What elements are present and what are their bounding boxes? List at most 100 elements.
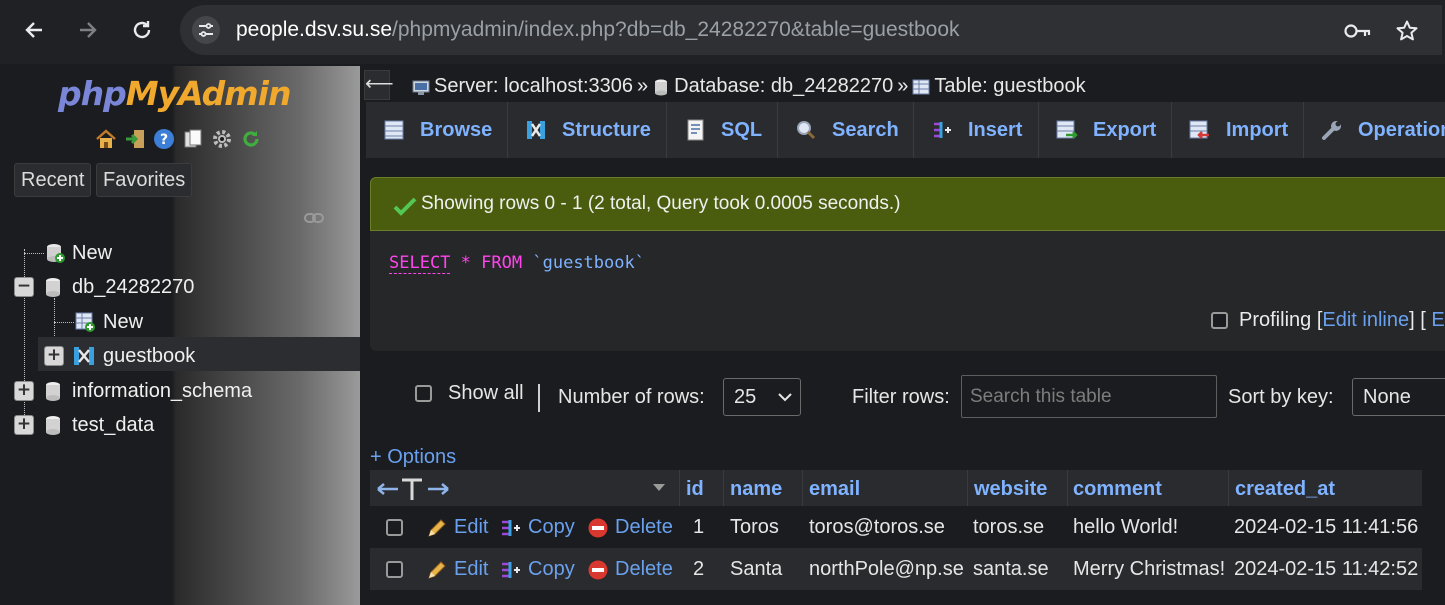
tab-import[interactable]: Import	[1172, 102, 1304, 158]
sort-caret-icon[interactable]	[653, 484, 665, 492]
breadcrumb-server[interactable]: Server: localhost:3306	[434, 75, 633, 98]
link-with-main-panel-icon[interactable]	[304, 211, 324, 225]
expand-toggle-icon[interactable]: +	[14, 381, 34, 401]
show-all-checkbox[interactable]	[415, 385, 432, 402]
table-row: Edit Copy Delete 2 Santa northPole@np.se…	[370, 548, 1422, 590]
tree-new-table[interactable]: New	[103, 311, 143, 334]
expand-toggle-icon[interactable]: +	[44, 346, 64, 366]
row-select-checkbox[interactable]	[386, 561, 403, 578]
tab-browse[interactable]: Browse	[366, 102, 508, 158]
column-header-website[interactable]: website	[974, 478, 1047, 501]
edit-row-link[interactable]: Edit	[426, 558, 488, 581]
options-link[interactable]: + Options	[370, 446, 456, 469]
tab-sql[interactable]: SQL	[667, 102, 778, 158]
cell-name[interactable]: Toros	[730, 516, 779, 539]
password-key-icon[interactable]	[1343, 16, 1373, 46]
settings-gear-icon[interactable]	[209, 127, 234, 152]
copy-row-link[interactable]: Copy	[500, 558, 575, 581]
tree-connector	[24, 253, 44, 254]
tab-insert[interactable]: Insert	[914, 102, 1039, 158]
column-header-created-at[interactable]: created_at	[1235, 478, 1335, 501]
cell-id[interactable]: 1	[693, 516, 704, 539]
success-message-text: Showing rows 0 - 1 (2 total, Query took …	[421, 193, 901, 214]
recent-tab[interactable]: Recent	[14, 163, 92, 197]
bookmark-star-icon[interactable]	[1392, 16, 1422, 46]
column-header-id[interactable]: id	[686, 478, 704, 501]
cell-comment[interactable]: hello World!	[1073, 516, 1178, 539]
copy-row-link[interactable]: Copy	[500, 516, 575, 539]
tab-search[interactable]: Search	[778, 102, 914, 158]
reload-navigation-icon[interactable]	[238, 127, 263, 152]
tab-operations[interactable]: Operation	[1304, 102, 1445, 158]
column-divider	[802, 470, 803, 506]
svg-text:?: ?	[159, 132, 167, 148]
table-structure-icon[interactable]	[72, 345, 94, 367]
phpmyadmin-logo[interactable]: phpMyAdmin	[58, 74, 291, 113]
tree-table-guestbook[interactable]: guestbook	[103, 345, 195, 368]
column-header-comment[interactable]: comment	[1073, 478, 1162, 501]
column-header-email[interactable]: email	[809, 478, 860, 501]
row-select-checkbox[interactable]	[386, 519, 403, 536]
column-divider	[679, 470, 680, 506]
show-all-label[interactable]: Show all	[448, 382, 524, 405]
sql-keyword-from: FROM	[481, 253, 523, 273]
edit-inline-link[interactable]: Edit inline	[1322, 309, 1409, 332]
sort-by-key-select[interactable]: None	[1352, 378, 1445, 416]
breadcrumb-separator: »	[897, 75, 909, 97]
tree-connector	[54, 322, 74, 323]
documentation-icon[interactable]	[180, 127, 205, 152]
new-table-icon[interactable]	[74, 311, 96, 333]
tree-database-test-data[interactable]: test_data	[72, 414, 154, 437]
expand-toggle-icon[interactable]: +	[14, 415, 34, 435]
home-icon[interactable]	[93, 127, 118, 152]
cell-email[interactable]: toros@toros.se	[809, 516, 945, 539]
logout-icon[interactable]	[122, 127, 147, 152]
delete-icon	[587, 517, 609, 539]
url-text[interactable]: people.dsv.su.se/phpmyadmin/index.php?db…	[236, 18, 960, 42]
collapse-navigation-button[interactable]: ⟵	[364, 70, 394, 100]
breadcrumb-database[interactable]: Database: db_24282270	[674, 75, 893, 98]
tab-structure[interactable]: Structure	[508, 102, 667, 158]
tab-export[interactable]: Export	[1039, 102, 1172, 158]
edit-row-link[interactable]: Edit	[426, 516, 488, 539]
cell-name[interactable]: Santa	[730, 558, 782, 581]
column-divider	[967, 470, 968, 506]
help-icon[interactable]: ?	[151, 127, 176, 152]
cell-comment[interactable]: Merry Christmas!	[1073, 558, 1225, 581]
delete-row-link[interactable]: Delete	[587, 558, 673, 581]
new-database-icon[interactable]	[44, 242, 66, 264]
column-header-name[interactable]: name	[730, 478, 782, 501]
address-bar[interactable]: people.dsv.su.se/phpmyadmin/index.php?db…	[180, 5, 1442, 55]
edit-link-truncated[interactable]: Ed	[1431, 309, 1445, 332]
bracket-middle: ] [	[1409, 309, 1426, 331]
database-icon	[652, 78, 670, 96]
cell-created-at[interactable]: 2024-02-15 11:41:56	[1234, 516, 1418, 539]
number-of-rows-select[interactable]: 25	[723, 378, 801, 416]
profiling-checkbox[interactable]	[1211, 312, 1228, 329]
back-icon[interactable]	[14, 12, 54, 48]
forward-icon[interactable]	[68, 12, 108, 48]
browse-icon	[382, 118, 406, 142]
cell-website[interactable]: santa.se	[973, 558, 1049, 581]
database-icon	[42, 276, 64, 298]
cell-created-at[interactable]: 2024-02-15 11:42:52	[1234, 558, 1418, 581]
tree-database-db24282270[interactable]: db_24282270	[72, 276, 194, 299]
sql-keyword-select[interactable]: SELECT	[389, 253, 451, 274]
reload-icon[interactable]	[122, 12, 162, 48]
favorites-tab[interactable]: Favorites	[96, 163, 193, 197]
filter-rows-input[interactable]	[961, 375, 1217, 418]
collapse-toggle-icon[interactable]: −	[14, 277, 34, 297]
tree-database-information-schema[interactable]: information_schema	[72, 380, 252, 403]
delete-row-link[interactable]: Delete	[587, 516, 673, 539]
url-host: people.dsv.su.se	[236, 18, 393, 41]
cell-email[interactable]: northPole@np.se	[809, 558, 964, 581]
table-tabs: Browse Structure SQL Search Insert Expor…	[366, 102, 1445, 158]
tree-new-database[interactable]: New	[72, 242, 112, 265]
browser-toolbar: people.dsv.su.se/phpmyadmin/index.php?db…	[0, 0, 1445, 64]
cell-id[interactable]: 2	[693, 558, 704, 581]
breadcrumb-table[interactable]: Table: guestbook	[934, 75, 1085, 98]
column-resize-arrows-icon[interactable]	[376, 476, 452, 502]
copy-insert-icon	[500, 517, 522, 539]
cell-website[interactable]: toros.se	[973, 516, 1044, 539]
site-info-icon[interactable]	[192, 16, 220, 44]
